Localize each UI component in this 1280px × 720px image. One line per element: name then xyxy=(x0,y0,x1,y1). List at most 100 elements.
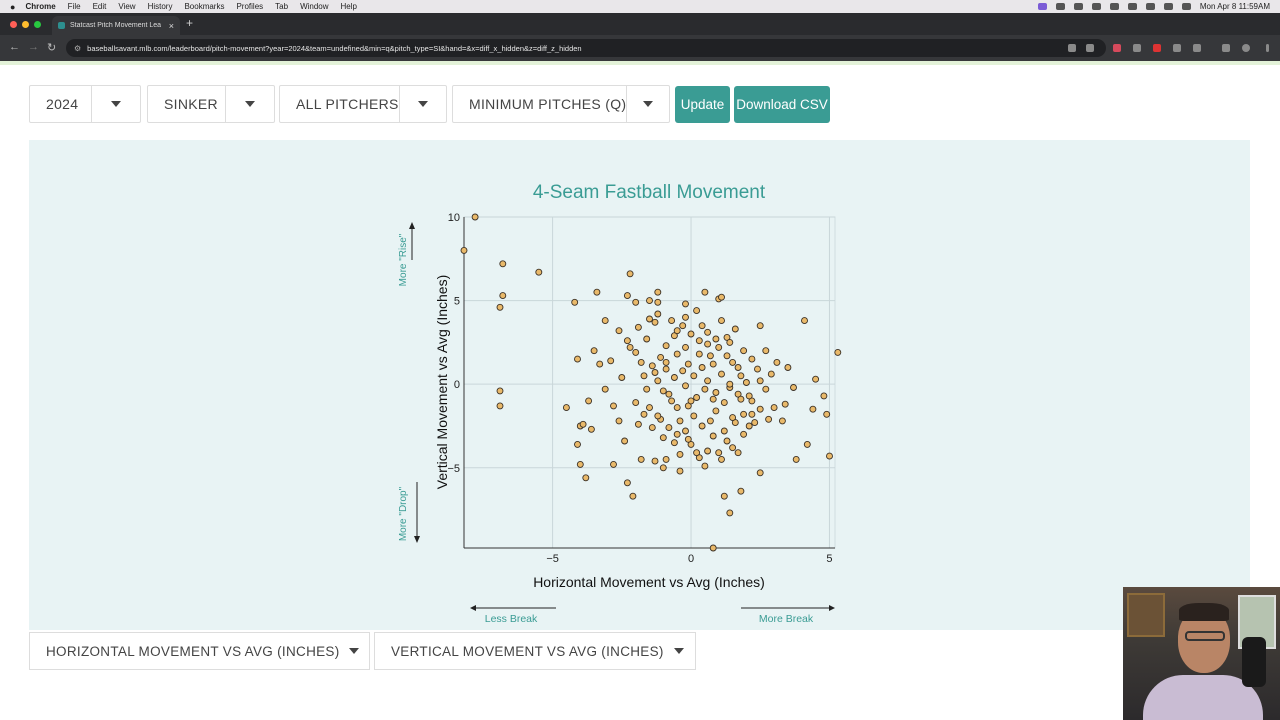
reload-icon[interactable]: ↻ xyxy=(47,41,56,54)
y-axis-select[interactable]: VERTICAL MOVEMENT VS AVG (INCHES) xyxy=(374,632,696,670)
data-point xyxy=(718,293,725,301)
chevron-down-icon[interactable] xyxy=(626,86,669,122)
chevron-down-icon[interactable] xyxy=(91,86,140,122)
data-point xyxy=(718,370,725,378)
side-panel-icon[interactable] xyxy=(1222,44,1230,52)
menu-help[interactable]: Help xyxy=(341,2,357,11)
profile-avatar-icon[interactable] xyxy=(1242,44,1250,52)
moon-icon[interactable] xyxy=(1073,3,1083,10)
data-point xyxy=(662,455,670,463)
rise-arrow-icon xyxy=(409,222,415,229)
data-point xyxy=(762,385,770,393)
chart-panel: −5 0 5 −5 0 5 10 4-Seam Fastball Movement Hori… xyxy=(29,140,1250,630)
site-info-icon[interactable]: ⚙ xyxy=(74,44,81,53)
siri-icon[interactable] xyxy=(1181,3,1191,10)
data-point xyxy=(754,365,761,373)
data-point xyxy=(701,462,709,470)
new-tab-icon[interactable]: + xyxy=(186,16,193,30)
menu-chrome[interactable]: Chrome xyxy=(25,2,55,11)
pitch-type-select[interactable]: SINKER xyxy=(147,85,275,123)
data-point xyxy=(720,399,728,407)
tab-close-icon[interactable]: × xyxy=(169,21,174,31)
chart-title: 4-Seam Fastball Movement xyxy=(533,182,766,203)
menu-file[interactable]: File xyxy=(68,2,81,11)
data-point xyxy=(765,415,773,423)
data-point xyxy=(623,479,631,487)
update-button[interactable]: Update xyxy=(675,86,730,123)
data-point xyxy=(695,337,703,345)
year-select[interactable]: 2024 xyxy=(29,85,141,123)
screen-record-icon[interactable] xyxy=(1037,3,1047,10)
x-axis-select[interactable]: HORIZONTAL MOVEMENT VS AVG (INCHES) xyxy=(29,632,370,670)
data-point xyxy=(673,327,681,335)
back-icon[interactable]: ← xyxy=(9,41,20,53)
data-point xyxy=(745,422,753,430)
extension-icon[interactable] xyxy=(1133,44,1141,52)
wifi-icon[interactable] xyxy=(1127,3,1137,10)
data-point xyxy=(623,292,631,300)
data-point xyxy=(706,352,714,360)
menu-tab[interactable]: Tab xyxy=(275,2,288,11)
data-point xyxy=(756,377,764,385)
data-point xyxy=(820,392,828,400)
data-point xyxy=(571,298,579,306)
control-center-icon[interactable] xyxy=(1163,3,1173,10)
data-point xyxy=(695,350,703,358)
data-point xyxy=(535,268,543,276)
data-point xyxy=(659,434,667,442)
x-axis-label: Horizontal Movement vs Avg (Inches) xyxy=(533,574,765,590)
menu-edit[interactable]: Edit xyxy=(93,2,107,11)
data-point xyxy=(562,404,570,412)
year-select-value: 2024 xyxy=(46,96,79,112)
menu-kebab-icon[interactable] xyxy=(1266,44,1269,52)
webcam-overlay xyxy=(1123,587,1280,720)
data-point xyxy=(659,464,667,472)
extension-status-icon[interactable] xyxy=(1055,3,1065,10)
bookmark-star-icon[interactable] xyxy=(1086,44,1094,52)
address-bar[interactable]: ⚙ baseballsavant.mlb.com/leaderboard/pit… xyxy=(66,39,1106,57)
chevron-down-icon[interactable] xyxy=(340,633,369,669)
url-text[interactable]: baseballsavant.mlb.com/leaderboard/pitch… xyxy=(87,44,581,53)
chevron-down-icon[interactable] xyxy=(225,86,274,122)
play-icon[interactable] xyxy=(1091,3,1101,10)
data-point xyxy=(665,424,673,432)
pocket-extension-icon[interactable] xyxy=(1113,44,1121,52)
download-csv-button[interactable]: Download CSV xyxy=(734,86,830,123)
more-rise-annotation: More "Rise" xyxy=(398,233,409,286)
x-axis-select-value: HORIZONTAL MOVEMENT VS AVG (INCHES) xyxy=(46,643,340,659)
webcam-microphone xyxy=(1242,637,1266,687)
data-point xyxy=(682,427,689,435)
pitchers-select[interactable]: ALL PITCHERS xyxy=(279,85,447,123)
data-point xyxy=(654,298,662,306)
less-break-arrow-icon xyxy=(470,605,476,611)
data-point xyxy=(690,412,698,420)
zoom-icon[interactable] xyxy=(1068,44,1076,52)
minimum-pitches-select[interactable]: MINIMUM PITCHES (Q) xyxy=(452,85,670,123)
close-window-icon[interactable] xyxy=(10,21,17,28)
tab-statcast[interactable]: Statcast Pitch Movement Lea × xyxy=(52,16,180,35)
extension-icon[interactable] xyxy=(1173,44,1181,52)
data-point xyxy=(740,410,748,418)
menu-bookmarks[interactable]: Bookmarks xyxy=(184,2,224,11)
menu-window[interactable]: Window xyxy=(300,2,328,11)
data-point xyxy=(684,435,692,443)
more-drop-annotation: More "Drop" xyxy=(398,486,409,541)
data-point xyxy=(720,492,728,500)
extensions-puzzle-icon[interactable] xyxy=(1193,44,1201,52)
data-point xyxy=(679,322,687,330)
minimize-window-icon[interactable] xyxy=(22,21,29,28)
menu-history[interactable]: History xyxy=(148,2,173,11)
data-point xyxy=(720,427,728,435)
zoom-window-icon[interactable] xyxy=(34,21,41,28)
x-tick-label: 5 xyxy=(826,553,832,565)
forward-icon[interactable]: → xyxy=(28,41,39,53)
chevron-down-icon[interactable] xyxy=(398,86,446,122)
data-point xyxy=(576,460,584,468)
search-icon[interactable] xyxy=(1145,3,1155,10)
chevron-down-icon[interactable] xyxy=(664,633,695,669)
record-extension-icon[interactable] xyxy=(1153,44,1161,52)
apple-icon[interactable]: ● xyxy=(10,2,15,12)
menu-view[interactable]: View xyxy=(118,2,135,11)
menu-profiles[interactable]: Profiles xyxy=(236,2,263,11)
battery-icon[interactable] xyxy=(1109,3,1119,10)
